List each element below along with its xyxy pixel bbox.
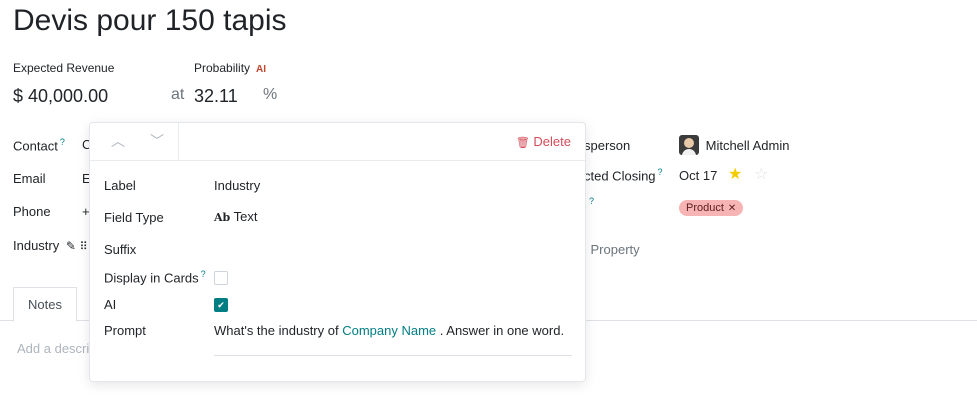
- pencil-icon[interactable]: ✎: [66, 239, 76, 253]
- probability-label-text: Probability: [194, 61, 251, 75]
- priority-star-filled-icon[interactable]: ★: [728, 164, 742, 184]
- prompt-input[interactable]: What's the industry of Company Name . An…: [214, 323, 564, 338]
- label-field-input[interactable]: Industry: [214, 178, 260, 193]
- property-popover: ︿ ﹀ 🗑 Delete Label Industry Field Type A…: [89, 122, 586, 382]
- expected-closing-help-icon[interactable]: ?: [658, 167, 663, 177]
- ai-checkbox[interactable]: ✔: [214, 298, 228, 312]
- text-type-icon: Ab: [214, 211, 231, 224]
- display-in-cards-checkbox[interactable]: [214, 271, 228, 285]
- contact-label-text: Contact: [13, 138, 58, 154]
- probability-unit: %: [263, 86, 278, 103]
- expected-closing-label: cted Closing?: [584, 167, 663, 183]
- display-in-cards-text: Display in Cards: [104, 270, 199, 286]
- priority-star-empty-icon[interactable]: ☆: [754, 164, 768, 184]
- prompt-field-reference[interactable]: Company Name: [342, 323, 436, 338]
- tag-label: Product: [686, 202, 724, 214]
- tag-product: Product ✕: [679, 199, 744, 216]
- expected-revenue-value[interactable]: $ 40,000.00: [13, 86, 108, 107]
- prompt-text-after: . Answer in one word.: [436, 323, 565, 338]
- phone-label: Phone: [13, 204, 51, 219]
- ai-sparkle-icon: AI: [256, 64, 267, 75]
- trash-icon: 🗑: [515, 137, 530, 149]
- salesperson-field[interactable]: Mitchell Admin: [679, 135, 789, 155]
- contact-help-icon[interactable]: ?: [60, 137, 65, 147]
- industry-label-text: Industry: [13, 238, 60, 253]
- field-type-value: Text: [233, 209, 258, 224]
- expected-closing-label-text: cted Closing: [584, 168, 656, 184]
- suffix-label: Suffix: [104, 242, 137, 257]
- industry-property-label: Industry ✎ ⠿: [13, 238, 88, 253]
- description-placeholder[interactable]: Add a descrip: [17, 341, 97, 356]
- move-down-icon[interactable]: ﹀: [146, 130, 168, 152]
- suffix-input[interactable]: [214, 242, 572, 258]
- probability-value[interactable]: 32.11: [194, 86, 238, 107]
- expected-closing-value[interactable]: Oct 17: [679, 168, 717, 183]
- salesperson-label: sperson: [584, 138, 631, 153]
- probability-label: Probability AI: [194, 61, 266, 75]
- prompt-label: Prompt: [104, 323, 146, 338]
- avatar: [679, 135, 699, 155]
- tag-pill: Product ✕: [679, 200, 744, 216]
- add-property-link[interactable]: l Property: [584, 242, 640, 257]
- label-field-label: Label: [104, 178, 136, 193]
- move-up-icon[interactable]: ︿: [107, 130, 129, 152]
- ai-label: AI: [104, 297, 117, 312]
- display-in-cards-help-icon[interactable]: ?: [201, 269, 206, 279]
- delete-button[interactable]: 🗑 Delete: [516, 134, 571, 149]
- field-type-select[interactable]: Ab Text: [214, 209, 257, 224]
- expected-revenue-label: Expected Revenue: [13, 61, 115, 75]
- prompt-underline: [214, 355, 572, 356]
- delete-label: Delete: [533, 134, 571, 149]
- record-title[interactable]: Devis pour 150 tapis: [13, 4, 287, 38]
- salesperson-value: Mitchell Admin: [705, 137, 790, 153]
- field-type-label: Field Type: [104, 210, 164, 225]
- display-in-cards-label: Display in Cards?: [104, 269, 206, 285]
- prompt-text-before: What's the industry of: [214, 323, 343, 338]
- tab-notes[interactable]: Notes: [13, 287, 77, 322]
- at-label: at: [171, 86, 185, 103]
- header-separator: [178, 123, 179, 160]
- popover-header: ︿ ﹀ 🗑 Delete: [90, 123, 585, 161]
- tag-remove-icon[interactable]: ✕: [728, 203, 736, 214]
- email-label: Email: [13, 171, 46, 186]
- tags-help-icon[interactable]: ?: [589, 196, 594, 206]
- contact-label: Contact?: [13, 137, 65, 153]
- drag-handle-icon[interactable]: ⠿: [80, 241, 88, 253]
